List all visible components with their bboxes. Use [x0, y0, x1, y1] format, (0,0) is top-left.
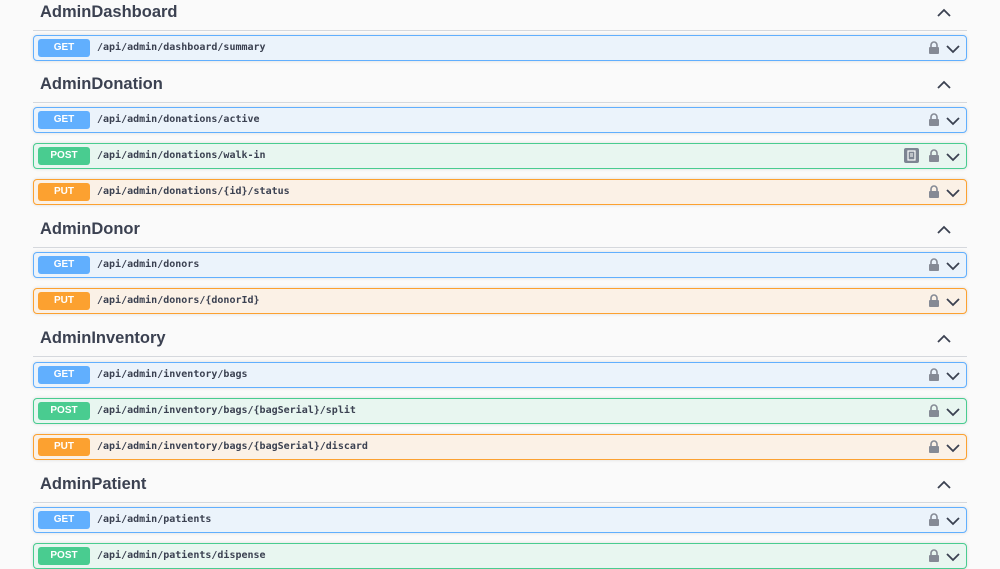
- operation-get-donations-active[interactable]: GET /api/admin/donations/active: [33, 107, 967, 133]
- lock-icon[interactable]: [928, 185, 940, 199]
- method-badge: GET: [38, 366, 90, 384]
- lock-icon[interactable]: [928, 368, 940, 382]
- operation-get-patients[interactable]: GET /api/admin/patients: [33, 507, 967, 533]
- tag-title: AdminInventory: [40, 329, 166, 347]
- lock-icon[interactable]: [928, 513, 940, 527]
- method-badge: GET: [38, 39, 90, 57]
- tag-title: AdminPatient: [40, 475, 147, 493]
- tag-header[interactable]: AdminPatient: [33, 472, 967, 503]
- operation-path: /api/admin/donations/{id}/status: [97, 186, 290, 197]
- method-badge: GET: [38, 256, 90, 274]
- operation-path: /api/admin/donors/{donorId}: [97, 295, 260, 306]
- lock-icon[interactable]: [928, 294, 940, 308]
- tag-title: AdminDonation: [40, 75, 163, 93]
- chevron-down-icon[interactable]: [946, 186, 960, 198]
- operation-path: /api/admin/inventory/bags/{bagSerial}/di…: [97, 441, 368, 452]
- lock-icon[interactable]: [928, 149, 940, 163]
- chevron-down-icon[interactable]: [946, 295, 960, 307]
- chevron-up-icon[interactable]: [935, 223, 953, 237]
- tag-title: AdminDonor: [40, 220, 140, 238]
- chevron-down-icon[interactable]: [946, 441, 960, 453]
- operation-put-donor[interactable]: PUT /api/admin/donors/{donorId}: [33, 288, 967, 314]
- tag-header[interactable]: AdminDashboard: [33, 0, 967, 31]
- tag-section-admin-patient: AdminPatient GET /api/admin/patients POS…: [33, 472, 967, 569]
- operation-path: /api/admin/inventory/bags: [97, 369, 248, 380]
- tag-title: AdminDashboard: [40, 3, 178, 21]
- tag-section-admin-inventory: AdminInventory GET /api/admin/inventory/…: [33, 326, 967, 460]
- lock-icon[interactable]: [928, 404, 940, 418]
- operation-path: /api/admin/inventory/bags/{bagSerial}/sp…: [97, 405, 356, 416]
- method-badge: GET: [38, 511, 90, 529]
- tag-header[interactable]: AdminDonor: [33, 217, 967, 248]
- chevron-up-icon[interactable]: [935, 78, 953, 92]
- operation-get-donors[interactable]: GET /api/admin/donors: [33, 252, 967, 278]
- method-badge: POST: [38, 147, 90, 165]
- method-badge: PUT: [38, 292, 90, 310]
- chevron-up-icon[interactable]: [935, 478, 953, 492]
- operation-post-bags-split[interactable]: POST /api/admin/inventory/bags/{bagSeria…: [33, 398, 967, 424]
- operation-path: /api/admin/donations/walk-in: [97, 150, 266, 161]
- operation-path: /api/admin/patients: [97, 514, 212, 525]
- lock-icon[interactable]: [928, 41, 940, 55]
- operation-post-donations-walk-in[interactable]: POST /api/admin/donations/walk-in: [33, 143, 967, 169]
- lock-icon[interactable]: [928, 549, 940, 563]
- chevron-down-icon[interactable]: [946, 42, 960, 54]
- tag-header[interactable]: AdminDonation: [33, 72, 967, 103]
- method-badge: PUT: [38, 183, 90, 201]
- operation-put-donations-status[interactable]: PUT /api/admin/donations/{id}/status: [33, 179, 967, 205]
- tag-section-admin-donor: AdminDonor GET /api/admin/donors PUT /ap…: [33, 217, 967, 314]
- tag-section-admin-dashboard: AdminDashboard GET /api/admin/dashboard/…: [33, 0, 967, 61]
- operation-path: /api/admin/donations/active: [97, 114, 260, 125]
- chevron-down-icon[interactable]: [946, 514, 960, 526]
- chevron-down-icon[interactable]: [946, 150, 960, 162]
- method-badge: PUT: [38, 438, 90, 456]
- operation-path: /api/admin/dashboard/summary: [97, 42, 266, 53]
- operation-put-bags-discard[interactable]: PUT /api/admin/inventory/bags/{bagSerial…: [33, 434, 967, 460]
- copy-icon[interactable]: [904, 148, 919, 163]
- method-badge: GET: [38, 111, 90, 129]
- operation-get-inventory-bags[interactable]: GET /api/admin/inventory/bags: [33, 362, 967, 388]
- lock-icon[interactable]: [928, 258, 940, 272]
- operation-path: /api/admin/donors: [97, 259, 200, 270]
- tag-header[interactable]: AdminInventory: [33, 326, 967, 357]
- lock-icon[interactable]: [928, 440, 940, 454]
- chevron-up-icon[interactable]: [935, 332, 953, 346]
- operation-get-dashboard-summary[interactable]: GET /api/admin/dashboard/summary: [33, 35, 967, 61]
- chevron-down-icon[interactable]: [946, 405, 960, 417]
- method-badge: POST: [38, 402, 90, 420]
- chevron-up-icon[interactable]: [935, 6, 953, 20]
- method-badge: POST: [38, 547, 90, 565]
- chevron-down-icon[interactable]: [946, 259, 960, 271]
- tag-section-admin-donation: AdminDonation GET /api/admin/donations/a…: [33, 72, 967, 205]
- chevron-down-icon[interactable]: [946, 369, 960, 381]
- chevron-down-icon[interactable]: [946, 550, 960, 562]
- operation-path: /api/admin/patients/dispense: [97, 550, 266, 561]
- lock-icon[interactable]: [928, 113, 940, 127]
- chevron-down-icon[interactable]: [946, 114, 960, 126]
- operation-post-patients-dispense[interactable]: POST /api/admin/patients/dispense: [33, 543, 967, 569]
